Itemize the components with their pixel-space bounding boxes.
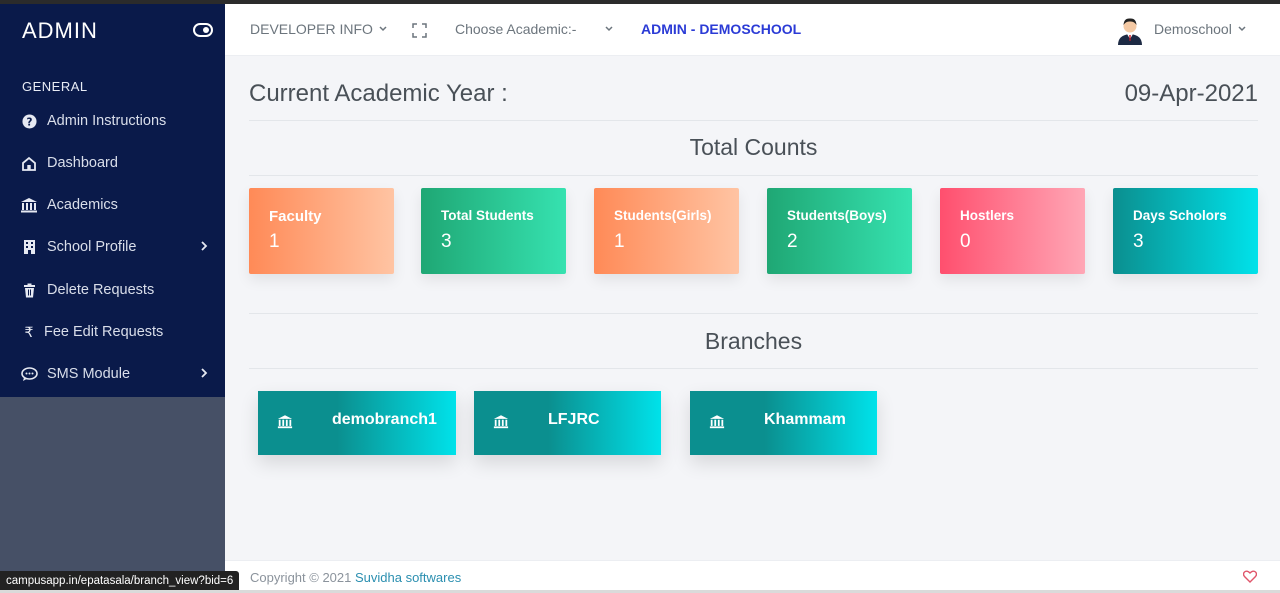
- sidebar-item-label: Dashboard: [47, 155, 118, 171]
- avatar[interactable]: [1116, 15, 1144, 45]
- home-icon: [20, 154, 38, 172]
- page-title: ADMIN - DEMOSCHOOL: [641, 21, 802, 37]
- current-date: 09-Apr-2021: [1124, 80, 1258, 107]
- trash-icon: [20, 281, 38, 299]
- branches-heading: Branches: [704, 328, 803, 354]
- footer-copyright: Copyright © 2021 Suvidha softwares: [250, 570, 461, 585]
- branch-name: Khammam: [764, 411, 846, 428]
- sidebar-item-label: Admin Instructions: [47, 113, 167, 129]
- stat-card-value: 1: [269, 231, 280, 252]
- stat-card-days-scholors: Days Scholors 3: [1113, 188, 1258, 274]
- sidebar-item-sms-module[interactable]: SMS Module: [0, 356, 225, 392]
- stat-card-total-students: Total Students 3: [421, 188, 566, 274]
- academic-select[interactable]: Choose Academic:-: [455, 21, 614, 37]
- stat-card-label: Days Scholors: [1133, 208, 1227, 223]
- stat-card-value: 3: [441, 231, 452, 252]
- sidebar-item-dashboard[interactable]: Dashboard: [0, 145, 225, 181]
- company-link[interactable]: Suvidha softwares: [355, 570, 461, 585]
- sidebar-item-delete-requests[interactable]: Delete Requests: [0, 272, 225, 308]
- top-header: DEVELOPER INFO Choose Academic:- ADMIN -…: [225, 4, 1280, 56]
- sidebar-item-academics[interactable]: Academics: [0, 187, 225, 223]
- divider: [249, 120, 1258, 121]
- chevron-down-icon: [379, 26, 387, 32]
- chevron-down-icon: [605, 26, 613, 32]
- user-name: Demoschool: [1154, 21, 1232, 37]
- footer: Copyright © 2021 Suvidha softwares: [225, 560, 1280, 593]
- brand-logo-text: ADMIN: [22, 18, 98, 43]
- chevron-down-icon: [1238, 26, 1246, 32]
- stat-card-faculty: Faculty 1: [249, 188, 394, 274]
- branch-name: demobranch1: [332, 411, 437, 428]
- divider: [249, 368, 1258, 369]
- academic-year-label: Current Academic Year :: [249, 80, 508, 107]
- developer-info-label: DEVELOPER INFO: [250, 21, 373, 37]
- copyright-text: Copyright © 2021: [250, 570, 352, 585]
- sidebar-item-fee-edit-requests[interactable]: ₹ Fee Edit Requests: [0, 314, 225, 350]
- chevron-right-icon: [201, 241, 208, 251]
- browser-status-url: campusapp.in/epatasala/branch_view?bid=6: [0, 571, 240, 591]
- bank-icon: [709, 415, 725, 429]
- bank-icon: [493, 415, 509, 429]
- academic-select-value: Choose Academic:-: [455, 21, 577, 37]
- stat-card-students-girls: Students(Girls) 1: [594, 188, 739, 274]
- stat-card-students-boys: Students(Boys) 2: [767, 188, 912, 274]
- question-circle-icon: ?: [20, 112, 38, 130]
- total-counts-heading: Total Counts: [689, 134, 818, 160]
- user-menu[interactable]: Demoschool: [1154, 21, 1247, 37]
- stat-card-value: 3: [1133, 231, 1144, 252]
- divider: [249, 313, 1258, 314]
- stat-card-label: Students(Boys): [787, 208, 887, 223]
- branch-card-khammam[interactable]: Khammam: [690, 391, 877, 455]
- sidebar-item-label: Academics: [47, 197, 118, 213]
- fullscreen-icon[interactable]: [412, 23, 427, 38]
- developer-info-dropdown[interactable]: DEVELOPER INFO: [250, 21, 388, 37]
- sidebar-item-label: SMS Module: [47, 366, 131, 382]
- stat-card-label: Faculty: [269, 208, 322, 225]
- sidebar-item-school-profile[interactable]: School Profile: [0, 229, 225, 265]
- sidebar-toggle-icon[interactable]: [193, 23, 213, 37]
- stat-card-value: 2: [787, 231, 798, 252]
- divider: [249, 175, 1258, 176]
- branch-card-demobranch1[interactable]: demobranch1: [258, 391, 456, 455]
- building-icon: [20, 238, 38, 256]
- branch-card-lfjrc[interactable]: LFJRC: [474, 391, 661, 455]
- sidebar-item-label: Fee Edit Requests: [44, 324, 164, 340]
- rupee-icon: ₹: [24, 323, 34, 340]
- sidebar: ADMIN GENERAL ? Admin Instructions Dashb…: [0, 4, 225, 593]
- svg-text:?: ?: [26, 116, 32, 128]
- heart-icon: [1243, 570, 1257, 583]
- branch-name: LFJRC: [548, 411, 600, 428]
- sidebar-item-label: School Profile: [47, 239, 137, 255]
- sidebar-item-label: Delete Requests: [47, 282, 155, 298]
- stat-card-label: Hostlers: [960, 208, 1015, 223]
- stat-card-value: 0: [960, 231, 971, 252]
- stat-card-hostlers: Hostlers 0: [940, 188, 1085, 274]
- bank-icon: [20, 196, 38, 214]
- bank-icon: [277, 415, 293, 429]
- sidebar-menu-panel: ADMIN GENERAL ? Admin Instructions Dashb…: [0, 4, 225, 397]
- sidebar-section-general: GENERAL: [22, 79, 88, 94]
- stat-card-value: 1: [614, 231, 625, 252]
- chevron-right-icon: [201, 368, 208, 378]
- stat-card-label: Total Students: [441, 208, 534, 223]
- sidebar-item-admin-instructions[interactable]: ? Admin Instructions: [0, 103, 225, 139]
- chat-icon: [20, 365, 38, 383]
- stat-card-label: Students(Girls): [614, 208, 712, 223]
